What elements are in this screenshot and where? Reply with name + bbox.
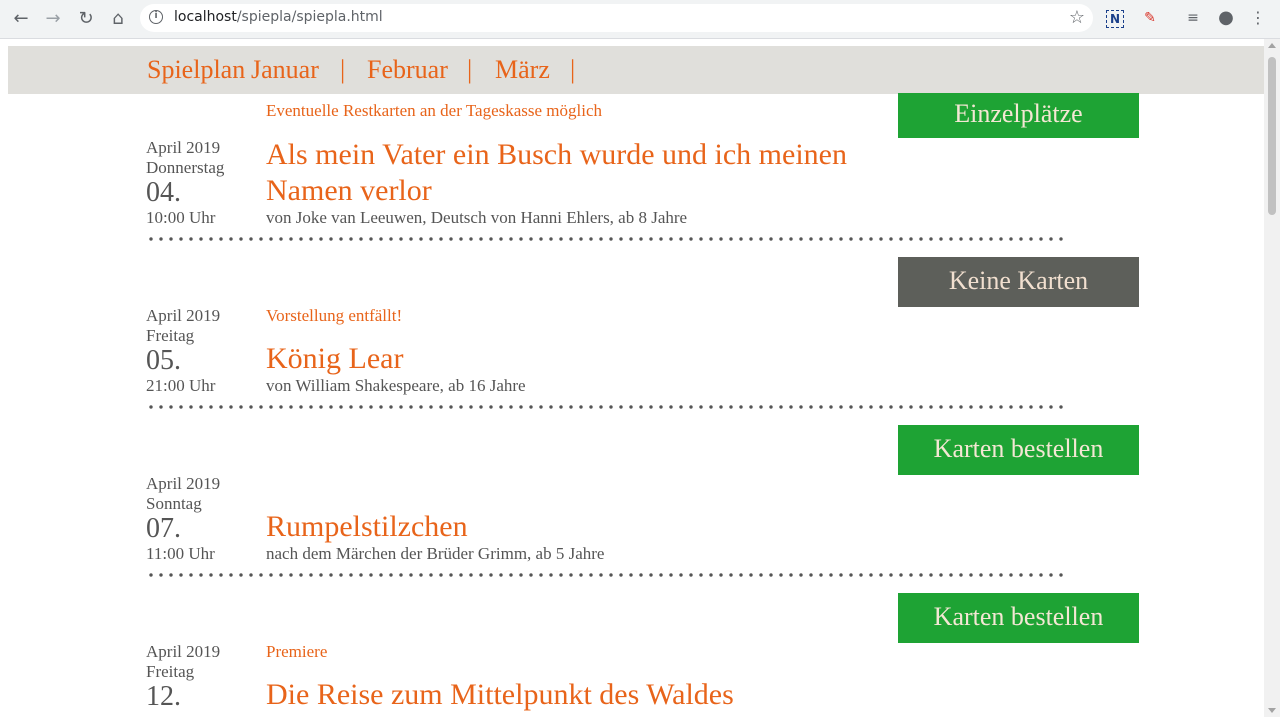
event-day: 04. (146, 177, 181, 208)
info-icon[interactable]: i (149, 10, 163, 24)
event-weekday: Freitag (146, 326, 195, 345)
vertical-scrollbar[interactable] (1264, 39, 1280, 717)
address-bar[interactable]: i localhost/spiepla/spiepla.html ☆ (140, 4, 1093, 32)
event-month: April 2019 (146, 642, 221, 661)
ticket-button[interactable]: Karten bestellen (898, 593, 1139, 643)
ticket-button[interactable]: Einzelplätze (898, 93, 1139, 138)
ticket-button[interactable]: Karten bestellen (898, 425, 1139, 475)
menu-kebab-icon[interactable]: ⋮ (1248, 8, 1268, 28)
event-title[interactable]: Die Reise zum Mittelpunkt des Waldes (266, 677, 886, 713)
url-path: /spiepla/spiepla.html (236, 9, 383, 25)
event-day: 05. (146, 345, 181, 376)
scroll-up-arrow-icon[interactable] (1268, 43, 1276, 48)
url-host: localhost (174, 9, 237, 25)
event-byline: von Joke van Leeuwen, Deutsch von Hanni … (266, 208, 688, 227)
page-viewport: Spielplan Januar | Februar | März | Einz… (0, 39, 1264, 717)
home-icon[interactable]: ⌂ (106, 7, 130, 31)
event-day: 12. (146, 681, 181, 712)
url-text: localhost/spiepla/spiepla.html (174, 9, 383, 25)
reload-icon[interactable]: ↻ (74, 7, 98, 31)
scrollbar-thumb[interactable] (1268, 57, 1276, 215)
event-title[interactable]: König Lear (266, 341, 886, 377)
bookmark-star-icon[interactable]: ☆ (1069, 7, 1085, 28)
dotted-divider (146, 573, 1068, 577)
program-nav: Spielplan Januar | Februar | März | (8, 46, 1264, 94)
event-month: April 2019 (146, 474, 221, 493)
event-time: 21:00 Uhr (146, 376, 216, 395)
back-icon[interactable]: ← (9, 7, 33, 31)
nav-separator: | (340, 55, 346, 84)
nav-februar[interactable]: Februar (367, 55, 448, 85)
event-byline: von William Shakespeare, ab 16 Jahre (266, 376, 526, 395)
event-note: Eventuelle Restkarten an der Tageskasse … (266, 101, 603, 120)
ticket-button: Keine Karten (898, 257, 1139, 307)
event-day: 07. (146, 513, 181, 544)
event-note: Premiere (266, 642, 328, 661)
forward-icon[interactable]: → (41, 7, 65, 31)
nav-januar[interactable]: Januar (251, 55, 319, 85)
media-queue-icon[interactable]: ≡ (1183, 8, 1203, 28)
event-title[interactable]: Als mein Vater ein Busch wurde und ich m… (266, 137, 886, 209)
scroll-down-arrow-icon[interactable] (1268, 708, 1276, 713)
event-title[interactable]: Rumpelstilzchen (266, 509, 886, 545)
nav-spielplan[interactable]: Spielplan (147, 55, 245, 85)
dotted-divider (146, 405, 1068, 409)
event-time: 11:00 Uhr (146, 544, 215, 563)
event-month: April 2019 (146, 138, 221, 157)
nav-maerz[interactable]: März (495, 55, 550, 85)
event-byline: nach dem Märchen der Brüder Grimm, ab 5 … (266, 544, 605, 563)
event-month: April 2019 (146, 306, 221, 325)
event-weekday: Donnerstag (146, 158, 225, 177)
nav-separator: | (570, 55, 576, 84)
nav-separator: | (467, 55, 473, 84)
browser-toolbar: ← → ↻ ⌂ i localhost/spiepla/spiepla.html… (0, 0, 1280, 39)
event-note: Vorstellung entfällt! (266, 306, 403, 325)
event-weekday: Sonntag (146, 494, 202, 513)
extension-n-icon[interactable]: N (1106, 10, 1124, 28)
event-time: 10:00 Uhr (146, 208, 216, 227)
account-icon[interactable]: ● (1216, 8, 1236, 28)
event-weekday: Freitag (146, 662, 195, 681)
pen-extension-icon[interactable]: ✎ (1140, 8, 1160, 28)
dotted-divider (146, 237, 1068, 241)
